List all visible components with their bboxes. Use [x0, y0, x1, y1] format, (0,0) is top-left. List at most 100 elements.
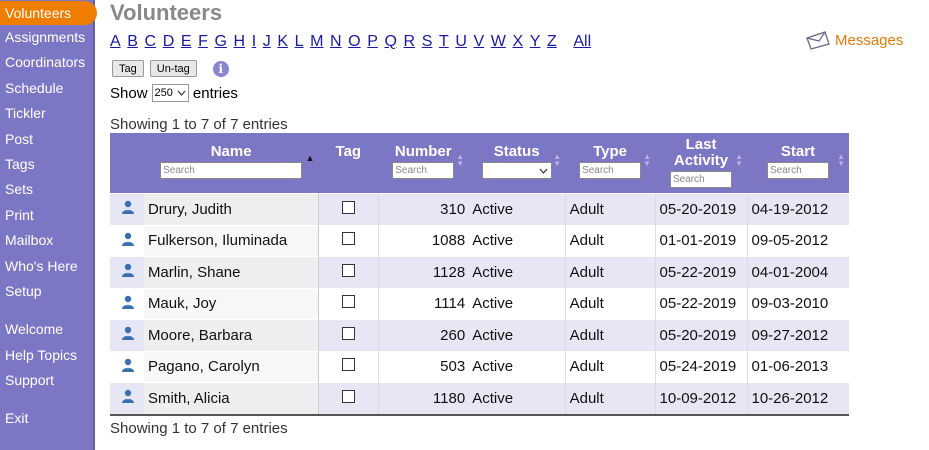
number-search-input[interactable]: Search	[392, 162, 455, 179]
table-row[interactable]: Pagano, Carolyn 503 Active Adult 05-24-2019 0…	[110, 350, 849, 383]
letter-filter-n[interactable]: N	[330, 33, 342, 50]
sidebar-item-volunteers[interactable]: Volunteers	[0, 1, 97, 25]
sidebar-item-support[interactable]: Support	[0, 368, 93, 393]
person-icon[interactable]	[120, 325, 134, 341]
sidebar-item-post[interactable]: Post	[0, 127, 93, 152]
sidebar-item-assignments[interactable]: Assignments	[0, 25, 93, 50]
tag-checkbox[interactable]	[341, 232, 355, 246]
volunteer-profile-cell[interactable]	[110, 382, 144, 416]
table-row[interactable]: Drury, Judith 310 Active Adult 05-20-2019 04-…	[110, 193, 849, 225]
letter-filter-s[interactable]: S	[422, 33, 433, 50]
last-activity-search-input[interactable]: Search	[670, 171, 733, 188]
header-tag[interactable]: Tag	[318, 133, 379, 194]
sidebar-item-tickler[interactable]: Tickler	[0, 101, 93, 126]
letter-filter-t[interactable]: T	[439, 33, 449, 50]
sidebar-item-who-s-here[interactable]: Who's Here	[0, 254, 93, 279]
person-icon[interactable]	[120, 231, 134, 246]
table-row[interactable]: Smith, Alicia 1180 Active Adult 10-09-2012 10…	[110, 382, 849, 416]
tag-checkbox[interactable]	[341, 263, 355, 277]
letter-filter-all[interactable]: All	[573, 33, 591, 50]
volunteer-status: Active	[468, 224, 566, 257]
letter-filter-h[interactable]: H	[234, 33, 246, 50]
person-icon[interactable]	[120, 388, 134, 404]
type-search-input[interactable]: Search	[579, 162, 642, 179]
letter-filter-g[interactable]: G	[214, 33, 226, 50]
person-icon[interactable]	[120, 357, 134, 372]
messages-link[interactable]: Messages	[805, 30, 903, 50]
volunteer-type: Adult	[564, 319, 656, 351]
letter-filter-q[interactable]: Q	[384, 33, 396, 50]
letter-filter-e[interactable]: E	[181, 33, 192, 50]
volunteer-name[interactable]: Marlin, Shane	[143, 256, 319, 288]
volunteer-name[interactable]: Mauk, Joy	[143, 287, 319, 320]
header-name[interactable]: Name Search ▲	[143, 133, 319, 194]
letter-filter-p[interactable]: P	[367, 33, 378, 50]
tag-button[interactable]: Tag	[112, 60, 144, 77]
volunteer-name[interactable]: Smith, Alicia	[143, 382, 319, 416]
volunteer-profile-cell[interactable]	[110, 319, 144, 351]
volunteer-name[interactable]: Fulkerson, Iluminada	[143, 224, 319, 257]
sidebar-item-coordinators[interactable]: Coordinators	[0, 50, 93, 75]
untag-button[interactable]: Un-tag	[149, 60, 197, 77]
header-type[interactable]: Type Search ▲ ▼	[565, 133, 656, 194]
info-icon[interactable]: i	[212, 60, 229, 77]
name-search-input[interactable]: Search	[160, 162, 303, 179]
letter-filter-o[interactable]: O	[348, 33, 360, 50]
volunteer-status: Active	[468, 193, 566, 225]
tag-checkbox[interactable]	[341, 200, 355, 214]
tag-checkbox[interactable]	[341, 295, 355, 309]
letter-filter-m[interactable]: M	[310, 33, 323, 50]
sidebar-item-print[interactable]: Print	[0, 203, 93, 228]
sidebar-item-mailbox[interactable]: Mailbox	[0, 228, 93, 253]
letter-filter-d[interactable]: D	[163, 33, 175, 50]
header-last-activity[interactable]: Last Activity Search ▲ ▼	[655, 133, 747, 194]
header-number[interactable]: Number Search ▲ ▼	[378, 133, 469, 194]
volunteer-profile-cell[interactable]	[110, 256, 144, 288]
person-icon[interactable]	[120, 294, 134, 309]
tag-checkbox[interactable]	[341, 358, 355, 372]
volunteer-profile-cell[interactable]	[110, 193, 144, 225]
sidebar-item-exit[interactable]: Exit	[0, 406, 93, 431]
sidebar-item-help-topics[interactable]: Help Topics	[0, 343, 93, 368]
volunteer-profile-cell[interactable]	[110, 350, 144, 383]
letter-filter-z[interactable]: Z	[547, 33, 557, 50]
letter-filter-v[interactable]: V	[473, 33, 484, 50]
start-search-input[interactable]: Search	[767, 162, 829, 179]
letter-filter-r[interactable]: R	[404, 33, 416, 50]
sidebar-item-tags[interactable]: Tags	[0, 152, 93, 177]
sidebar-item-welcome[interactable]: Welcome	[0, 317, 93, 342]
volunteer-profile-cell[interactable]	[110, 224, 144, 257]
letter-filter-u[interactable]: U	[455, 33, 467, 50]
table-row[interactable]: Mauk, Joy 1114 Active Adult 05-22-2019 09-03-…	[110, 287, 849, 320]
tag-checkbox[interactable]	[341, 389, 355, 403]
header-start[interactable]: Start Search ▲ ▼	[747, 133, 849, 194]
table-row[interactable]: Moore, Barbara 260 Active Adult 05-20-2019 09…	[110, 319, 849, 351]
letter-filter-y[interactable]: Y	[530, 33, 541, 50]
table-row[interactable]: Marlin, Shane 1128 Active Adult 05-22-2019 04…	[110, 256, 849, 288]
volunteer-name[interactable]: Moore, Barbara	[143, 319, 319, 351]
table-row[interactable]: Fulkerson, Iluminada 1088 Active Adult 01-01…	[110, 224, 849, 257]
letter-filter-f[interactable]: F	[198, 33, 208, 50]
entries-select[interactable]: 250	[151, 84, 189, 102]
letter-filter-b[interactable]: B	[127, 33, 138, 50]
header-status[interactable]: Status ▲ ▼	[468, 133, 566, 194]
letter-filter-l[interactable]: L	[295, 33, 304, 50]
sidebar-item-sets[interactable]: Sets	[0, 177, 93, 202]
letter-filter-a[interactable]: A	[110, 33, 121, 50]
person-icon[interactable]	[120, 199, 134, 215]
status-filter-select[interactable]	[481, 162, 552, 179]
volunteer-name[interactable]: Drury, Judith	[143, 193, 319, 225]
volunteer-profile-cell[interactable]	[110, 287, 144, 320]
sidebar-item-setup[interactable]: Setup	[0, 279, 93, 304]
letter-filter-w[interactable]: W	[491, 33, 506, 50]
letter-filter-c[interactable]: C	[145, 33, 157, 50]
tag-checkbox[interactable]	[341, 326, 355, 340]
letter-filter-j[interactable]: J	[263, 33, 271, 50]
person-icon[interactable]	[120, 262, 134, 278]
volunteer-name[interactable]: Pagano, Carolyn	[143, 350, 319, 383]
letter-filter-i[interactable]: I	[252, 33, 256, 50]
letter-filter-x[interactable]: X	[512, 33, 523, 50]
sidebar-item-schedule[interactable]: Schedule	[0, 76, 93, 101]
letter-filter-k[interactable]: K	[277, 33, 288, 50]
